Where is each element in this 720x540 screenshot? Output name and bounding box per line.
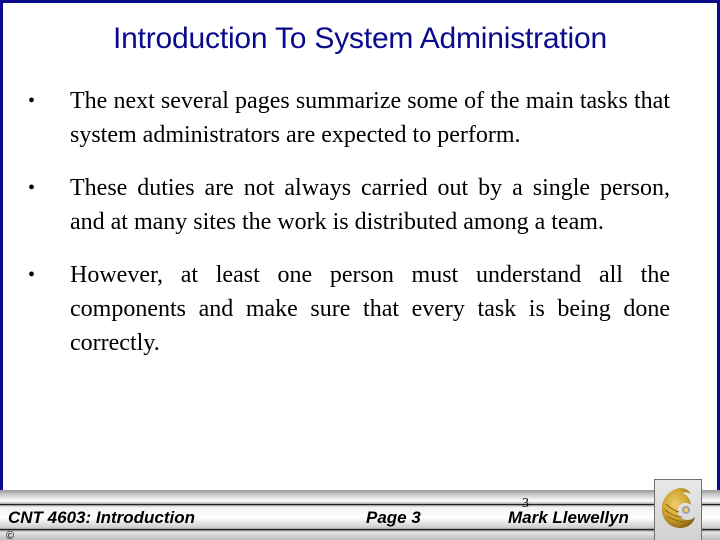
bullet-icon: • — [28, 177, 36, 199]
footer-divider-top — [0, 504, 720, 505]
copyright-symbol: © — [6, 530, 15, 540]
bullet-list: • The next several pages summarize some … — [28, 84, 670, 379]
slide-footer: CNT 4603: Introduction Page 3 Mark Llewe… — [0, 490, 720, 540]
bullet-item: • These duties are not always carried ou… — [28, 171, 670, 239]
bullet-icon: • — [28, 90, 36, 112]
slide: Introduction To System Administration • … — [0, 0, 720, 540]
footer-divider-bottom — [0, 529, 720, 530]
slide-number: 3 — [522, 496, 529, 511]
bullet-text: These duties are not always carried out … — [70, 175, 670, 235]
bullet-text: The next several pages summarize some of… — [70, 88, 670, 148]
footer-page-number: Page 3 — [366, 508, 421, 527]
bullet-item: • However, at least one person must unde… — [28, 258, 670, 360]
bullet-icon: • — [28, 264, 36, 286]
slide-title: Introduction To System Administration — [113, 22, 607, 55]
pegasus-logo-icon — [661, 488, 695, 528]
footer-course: CNT 4603: Introduction — [8, 508, 196, 527]
logo-box — [654, 479, 702, 540]
bullet-text: However, at least one person must unders… — [70, 262, 670, 356]
bullet-item: • The next several pages summarize some … — [28, 84, 670, 152]
